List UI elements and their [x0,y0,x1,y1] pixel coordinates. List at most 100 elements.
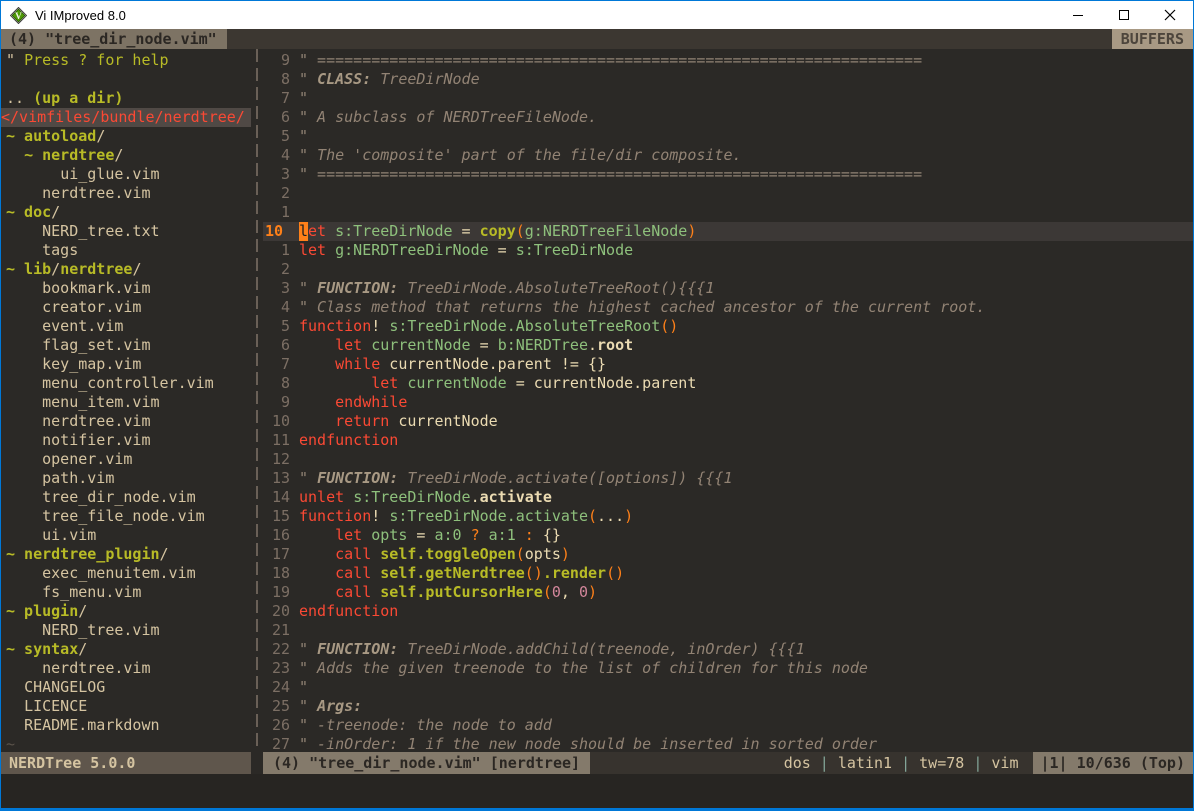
line-number: 2 [263,184,299,203]
tree-row[interactable]: opener.vim [1,450,251,469]
tree-row[interactable]: creator.vim [1,298,251,317]
nerdtree-statusline: NERDTree 5.0.0 [1,752,251,774]
code-line[interactable]: 14unlet s:TreeDirNode.activate [263,488,1193,507]
code-line[interactable]: 23" Adds the given treenode to the list … [263,659,1193,678]
tree-row[interactable]: LICENCE [1,697,251,716]
code-line[interactable]: 17 call self.toggleOpen(opts) [263,545,1193,564]
tree-row[interactable]: key_map.vim [1,355,251,374]
statusline: NERDTree 5.0.0 (4) "tree_dir_node.vim" [… [1,752,1193,774]
window-separator[interactable] [251,49,263,752]
tree-row[interactable]: fs_menu.vim [1,583,251,602]
tree-row[interactable]: exec_menuitem.vim [1,564,251,583]
tree-row[interactable]: menu_item.vim [1,393,251,412]
code-line[interactable]: 3" =====================================… [263,165,1193,184]
tree-row[interactable]: </vimfiles/bundle/nerdtree/ [1,108,251,127]
code-line[interactable]: 7" [263,89,1193,108]
line-number: 11 [263,431,299,450]
tree-row[interactable]: NERD_tree.txt [1,222,251,241]
code-line[interactable]: 1 [263,203,1193,222]
flag-separator: | [892,754,919,772]
tree-row[interactable]: ~ [1,735,251,752]
code-line[interactable]: 25" Args: [263,697,1193,716]
code-line[interactable]: 27" -inOrder: 1 if the new node should b… [263,735,1193,752]
line-number: 4 [263,298,299,317]
tree-row[interactable]: ~ autoload/ [1,127,251,146]
tree-row[interactable]: ~ nerdtree_plugin/ [1,545,251,564]
code-line[interactable]: 4" The 'composite' part of the file/dir … [263,146,1193,165]
titlebar: V Vi IMproved 8.0 [1,1,1193,29]
code-line[interactable]: 26" -treenode: the node to add [263,716,1193,735]
close-button[interactable] [1147,1,1193,29]
code-line[interactable]: 6" A subclass of NERDTreeFileNode. [263,108,1193,127]
code-line[interactable]: 16 let opts = a:0 ? a:1 : {} [263,526,1193,545]
tree-row[interactable]: path.vim [1,469,251,488]
code-line[interactable]: 2 [263,184,1193,203]
tree-row[interactable]: flag_set.vim [1,336,251,355]
code-line[interactable]: 15function! s:TreeDirNode.activate(...) [263,507,1193,526]
tree-row[interactable]: nerdtree.vim [1,412,251,431]
code-line[interactable]: 8" CLASS: TreeDirNode [263,70,1193,89]
line-number: 5 [263,127,299,146]
editor-pane[interactable]: 9" =====================================… [263,49,1193,752]
tree-row[interactable]: ~ plugin/ [1,602,251,621]
tree-row[interactable]: ui_glue.vim [1,165,251,184]
tree-row[interactable]: event.vim [1,317,251,336]
code-line[interactable]: 9 endwhile [263,393,1193,412]
code-line[interactable]: 10 return currentNode [263,412,1193,431]
tree-row[interactable]: .. (up a dir) [1,89,251,108]
code-line[interactable]: 5" [263,127,1193,146]
code-line[interactable]: 8 let currentNode = currentNode.parent [263,374,1193,393]
tree-row[interactable]: bookmark.vim [1,279,251,298]
tree-row[interactable]: README.markdown [1,716,251,735]
tree-row[interactable]: ~ nerdtree/ [1,146,251,165]
code-line[interactable]: 19 call self.putCursorHere(0, 0) [263,583,1193,602]
code-line[interactable]: 4" Class method that returns the highest… [263,298,1193,317]
statusline-fill [590,752,784,774]
code-line[interactable]: 18 call self.getNerdtree().render() [263,564,1193,583]
line-number: 6 [263,336,299,355]
tree-row[interactable]: tags [1,241,251,260]
tree-row[interactable]: nerdtree.vim [1,659,251,678]
minimize-button[interactable] [1055,1,1101,29]
flag-separator: | [964,754,991,772]
tree-row[interactable] [1,70,251,89]
tab-tree-dir-node[interactable]: (4) "tree_dir_node.vim" [1,29,227,49]
window-title: Vi IMproved 8.0 [35,8,1055,23]
tree-row[interactable]: tree_dir_node.vim [1,488,251,507]
tree-row[interactable]: " Press ? for help [1,51,251,70]
maximize-button[interactable] [1101,1,1147,29]
tree-row[interactable]: CHANGELOG [1,678,251,697]
tree-row[interactable]: ui.vim [1,526,251,545]
line-number: 26 [263,716,299,735]
tree-row[interactable]: notifier.vim [1,431,251,450]
tree-row[interactable]: NERD_tree.vim [1,621,251,640]
tree-row[interactable]: ~ lib/nerdtree/ [1,260,251,279]
code-line[interactable]: 3" FUNCTION: TreeDirNode.AbsoluteTreeRoo… [263,279,1193,298]
flag-separator: | [811,754,838,772]
code-line[interactable]: 24" [263,678,1193,697]
code-line[interactable]: 1let g:NERDTreeDirNode = s:TreeDirNode [263,241,1193,260]
code-line[interactable]: 5function! s:TreeDirNode.AbsoluteTreeRoo… [263,317,1193,336]
tree-row[interactable]: ~ doc/ [1,203,251,222]
code-line[interactable]: 21 [263,621,1193,640]
code-line[interactable]: 6 let currentNode = b:NERDTree.root [263,336,1193,355]
code-line[interactable]: 2 [263,260,1193,279]
tree-row[interactable]: ~ syntax/ [1,640,251,659]
code-line[interactable]: 11endfunction [263,431,1193,450]
nerdtree-pane[interactable]: " Press ? for help .. (up a dir)</vimfile… [1,49,251,752]
code-line[interactable]: 9" =====================================… [263,51,1193,70]
code-line-cursor[interactable]: 10let s:TreeDirNode = copy(g:NERDTreeFil… [263,222,1193,241]
line-number: 5 [263,317,299,336]
statusline-file-section: (4) "tree_dir_node.vim" [nerdtree] [263,752,590,774]
code-line[interactable]: 12 [263,450,1193,469]
code-line[interactable]: 13" FUNCTION: TreeDirNode.activate([opti… [263,469,1193,488]
tree-row[interactable]: nerdtree.vim [1,184,251,203]
command-line[interactable] [1,774,1193,808]
code-line[interactable]: 22" FUNCTION: TreeDirNode.addChild(treen… [263,640,1193,659]
code-line[interactable]: 20endfunction [263,602,1193,621]
tree-row[interactable]: menu_controller.vim [1,374,251,393]
line-number: 23 [263,659,299,678]
line-number: 9 [263,393,299,412]
tree-row[interactable]: tree_file_node.vim [1,507,251,526]
code-line[interactable]: 7 while currentNode.parent != {} [263,355,1193,374]
